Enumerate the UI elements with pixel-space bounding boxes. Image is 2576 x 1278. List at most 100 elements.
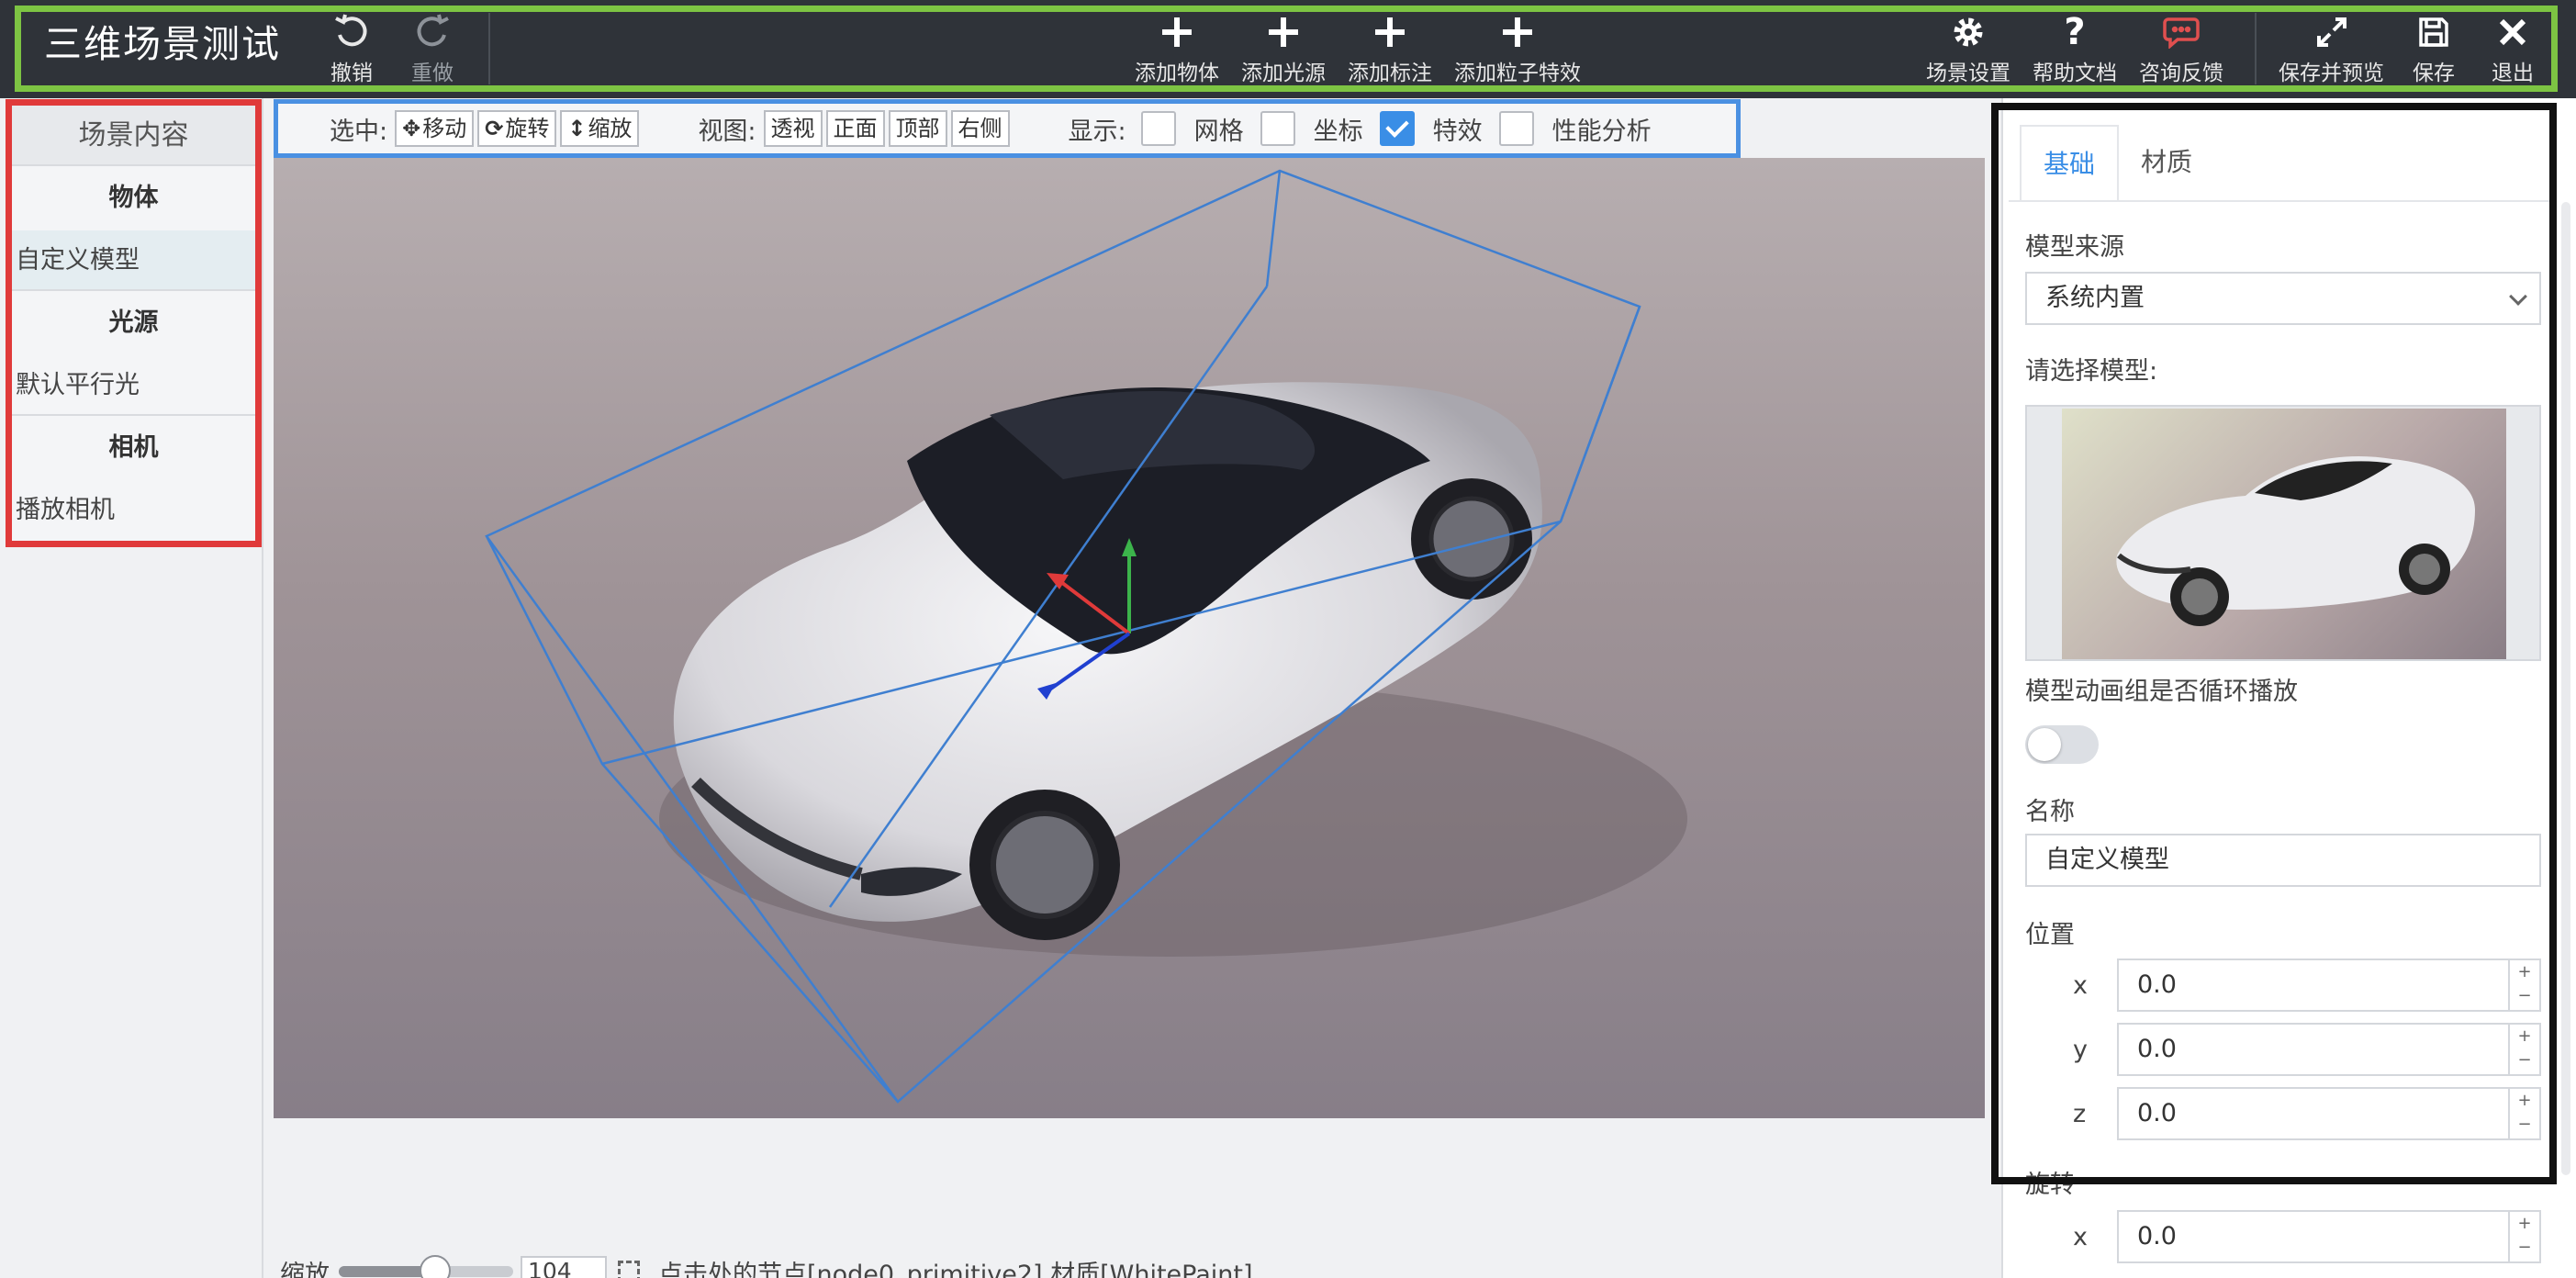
scene-settings-button[interactable]: 场景设置 bbox=[1926, 11, 2010, 86]
scene-content-list: 场景内容 物体 自定义模型 光源 默认平行光 相机 播放相机 bbox=[6, 99, 262, 547]
position-y-input[interactable]: 0.0 + − bbox=[2117, 1023, 2541, 1076]
rotate-icon: ⟳ bbox=[485, 116, 504, 141]
scene-item-custom-model[interactable]: 自定义模型 bbox=[12, 230, 255, 291]
scene-item-play-camera[interactable]: 播放相机 bbox=[12, 480, 255, 541]
toolbar-divider bbox=[2255, 13, 2257, 84]
save-button[interactable]: 保存 bbox=[2413, 11, 2455, 86]
toolbar-divider bbox=[488, 13, 490, 84]
move-button[interactable]: ✥ 移动 bbox=[395, 110, 475, 147]
grid-label: 网格 bbox=[1193, 117, 1244, 146]
floppy-disk-icon bbox=[2413, 11, 2455, 53]
group-objects: 物体 bbox=[108, 184, 159, 212]
tab-material[interactable]: 材质 bbox=[2119, 125, 2214, 200]
coords-label: 坐标 bbox=[1313, 117, 1363, 146]
model-thumbnail[interactable] bbox=[2025, 405, 2541, 661]
add-object-button[interactable]: 添加物体 bbox=[1135, 11, 1219, 86]
stepper[interactable]: + − bbox=[2508, 960, 2539, 1010]
position-x-input[interactable]: 0.0 + − bbox=[2117, 958, 2541, 1012]
scene-render bbox=[485, 169, 1687, 1104]
add-label-button[interactable]: 添加标注 bbox=[1348, 11, 1432, 86]
scene-item-default-light[interactable]: 默认平行光 bbox=[12, 355, 255, 416]
plus-icon bbox=[1156, 11, 1198, 53]
feedback-button[interactable]: 咨询反馈 bbox=[2139, 11, 2223, 86]
loop-toggle[interactable] bbox=[2025, 725, 2099, 764]
position-label: 位置 bbox=[2025, 921, 2075, 949]
stepper[interactable]: + − bbox=[2508, 1089, 2539, 1138]
viewport-toolbar: 选中: ✥ 移动 ⟳ 旋转 ↕ 缩放 视图: 透视 正面 顶部 右侧 显示: 网格 坐… bbox=[274, 99, 1741, 158]
click-info: 点击处的节点[node0_primitive2],材质[WhitePaint] bbox=[658, 1260, 1253, 1278]
zoom-slider[interactable] bbox=[339, 1255, 513, 1278]
effects-label: 特效 bbox=[1432, 117, 1483, 146]
model-source-label: 模型来源 bbox=[2025, 233, 2124, 262]
stepper[interactable]: + − bbox=[2508, 1025, 2539, 1074]
plus-icon bbox=[1496, 11, 1539, 53]
model-preview-image bbox=[2062, 409, 2506, 659]
chevron-down-icon bbox=[2509, 287, 2527, 306]
position-x-label: x bbox=[2073, 971, 2088, 1000]
add-particle-button[interactable]: 添加粒子特效 bbox=[1454, 11, 1581, 86]
question-icon: ? bbox=[2064, 11, 2086, 53]
scale-button[interactable]: ↕ 缩放 bbox=[560, 110, 640, 147]
plus-icon bbox=[1369, 11, 1411, 53]
undo-icon bbox=[330, 11, 373, 53]
grid-checkbox[interactable] bbox=[1140, 111, 1176, 146]
rear-rim bbox=[1428, 496, 1515, 582]
app-title: 三维场景测试 bbox=[44, 22, 281, 66]
status-bar: 缩放 104 点击处的节点[node0_primitive2],材质[White… bbox=[280, 1255, 1253, 1278]
rotation-x-label: x bbox=[2073, 1223, 2088, 1251]
loop-label: 模型动画组是否循环播放 bbox=[2025, 678, 2298, 706]
view-label: 视图: bbox=[698, 117, 756, 146]
properties-tabs: 基础 材质 bbox=[2020, 125, 2214, 200]
rotation-label: 旋转 bbox=[2025, 1171, 2075, 1199]
view-top-button[interactable]: 顶部 bbox=[888, 110, 947, 147]
plus-icon bbox=[1262, 11, 1305, 53]
view-right-button[interactable]: 右侧 bbox=[950, 110, 1010, 147]
coords-checkbox[interactable] bbox=[1260, 111, 1295, 146]
fit-view-icon[interactable] bbox=[618, 1261, 640, 1278]
group-cameras: 相机 bbox=[108, 433, 159, 462]
3d-viewport[interactable] bbox=[274, 158, 1985, 1118]
view-perspective-button[interactable]: 透视 bbox=[763, 110, 823, 147]
position-y-label: y bbox=[2073, 1036, 2088, 1064]
perf-label: 性能分析 bbox=[1551, 117, 1652, 146]
rotate-button[interactable]: ⟳ 旋转 bbox=[477, 110, 557, 147]
display-label: 显示: bbox=[1068, 117, 1126, 146]
zoom-label: 缩放 bbox=[280, 1260, 330, 1278]
model-source-value: 系统内置 bbox=[2045, 284, 2145, 312]
zoom-slider-handle[interactable] bbox=[419, 1255, 451, 1278]
properties-scrollbar[interactable] bbox=[2561, 202, 2570, 1175]
stepper[interactable]: + − bbox=[2508, 1212, 2539, 1261]
redo-button[interactable]: 重做 bbox=[411, 11, 454, 86]
move-icon: ✥ bbox=[402, 116, 421, 141]
group-lights: 光源 bbox=[108, 308, 159, 337]
tab-basic[interactable]: 基础 bbox=[2020, 125, 2120, 200]
name-label: 名称 bbox=[2025, 798, 2075, 826]
position-z-input[interactable]: 0.0 + − bbox=[2117, 1087, 2541, 1140]
front-rim bbox=[991, 811, 1099, 919]
close-icon bbox=[2492, 11, 2534, 53]
help-button[interactable]: ? 帮助文档 bbox=[2033, 11, 2117, 86]
select-label: 选中: bbox=[330, 117, 388, 146]
scale-icon: ↕ bbox=[567, 116, 587, 141]
undo-button[interactable]: 撤销 bbox=[330, 11, 373, 86]
expand-icon bbox=[2311, 11, 2353, 53]
redo-icon bbox=[411, 11, 454, 53]
exit-button[interactable]: 退出 bbox=[2492, 11, 2534, 86]
rotation-x-input[interactable]: 0.0 + − bbox=[2117, 1210, 2541, 1263]
tabs-divider bbox=[2009, 200, 2550, 202]
toggle-knob bbox=[2028, 728, 2061, 761]
choose-model-label: 请选择模型: bbox=[2025, 357, 2158, 386]
effects-checkbox[interactable] bbox=[1379, 111, 1415, 146]
perf-checkbox[interactable] bbox=[1498, 111, 1534, 146]
model-source-select[interactable]: 系统内置 bbox=[2025, 272, 2541, 325]
add-light-button[interactable]: 添加光源 bbox=[1241, 11, 1326, 86]
gear-icon bbox=[1947, 11, 1989, 53]
scene-panel-title: 场景内容 bbox=[12, 106, 255, 166]
name-input[interactable]: 自定义模型 bbox=[2025, 834, 2541, 887]
top-toolbar: 三维场景测试 撤销 重做 添加物体 添加光源 添加标注 添加粒子特效 场景设置 … bbox=[0, 0, 2576, 98]
view-front-button[interactable]: 正面 bbox=[825, 110, 885, 147]
save-preview-button[interactable]: 保存并预览 bbox=[2279, 11, 2384, 86]
chat-bubble-icon bbox=[2160, 11, 2202, 53]
position-z-label: z bbox=[2073, 1100, 2087, 1128]
zoom-input[interactable]: 104 bbox=[521, 1256, 607, 1278]
